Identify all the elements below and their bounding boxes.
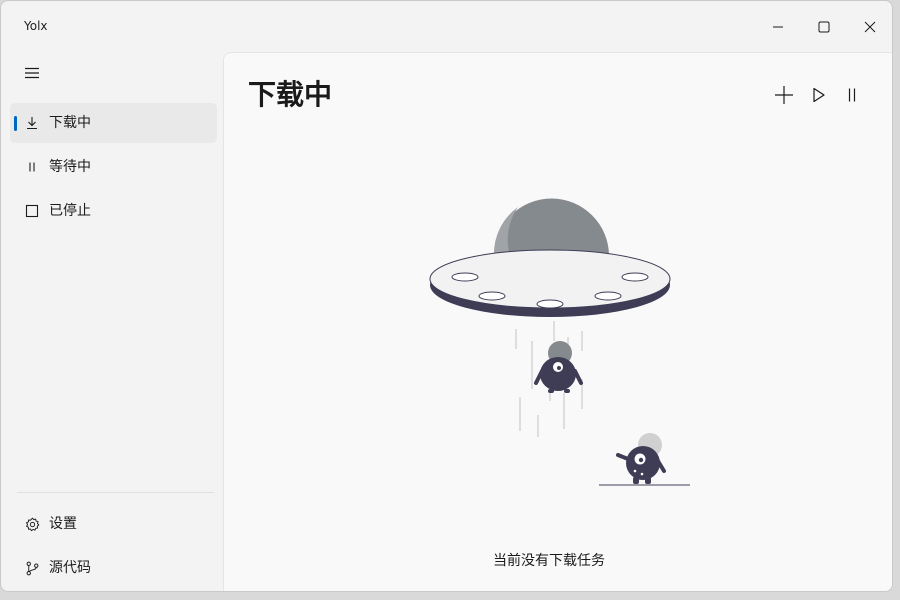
download-icon	[24, 115, 40, 131]
sidebar-item-downloading[interactable]: 下载中	[10, 103, 217, 143]
sidebar-item-settings[interactable]: 设置	[10, 504, 217, 544]
page-title: 下载中	[248, 78, 333, 111]
sidebar-item-waiting[interactable]: 等待中	[10, 147, 217, 187]
add-task-button[interactable]	[768, 79, 800, 111]
maximize-icon	[818, 21, 830, 33]
sidebar-item-source-code[interactable]: 源代码	[10, 548, 217, 588]
app-title: Yolx	[24, 19, 48, 33]
empty-state-message: 当前没有下载任务	[493, 553, 605, 569]
sidebar-item-label: 设置	[49, 516, 77, 532]
minimize-icon	[773, 26, 783, 28]
sidebar-item-label: 源代码	[49, 560, 91, 576]
sidebar-item-label: 等待中	[49, 159, 91, 175]
maximize-button[interactable]	[801, 5, 847, 49]
sidebar: 下载中 等待中 已停止 设置 源代码	[1, 49, 223, 591]
gear-icon	[24, 516, 40, 532]
close-icon	[864, 21, 876, 33]
app-window: Yolx 下载中 等待中 已停止 设置 源代码 下载中 当前没有下载任务	[0, 0, 893, 592]
play-icon	[813, 87, 825, 103]
sidebar-divider	[17, 492, 214, 493]
menu-toggle-button[interactable]	[15, 57, 49, 89]
ufo-illustration	[429, 198, 690, 486]
hamburger-icon	[25, 67, 39, 79]
sidebar-item-label: 下载中	[49, 115, 91, 131]
pause-all-button[interactable]	[836, 79, 868, 111]
main-content: 下载中 当前没有下载任务	[223, 52, 892, 591]
start-all-button[interactable]	[803, 79, 835, 111]
minimize-button[interactable]	[755, 5, 801, 49]
branch-icon	[24, 560, 40, 576]
sidebar-item-label: 已停止	[49, 203, 91, 219]
pause-icon	[848, 88, 856, 102]
sidebar-item-stopped[interactable]: 已停止	[10, 191, 217, 231]
selection-indicator	[14, 116, 17, 131]
title-bar[interactable]: Yolx	[1, 1, 892, 49]
plus-icon	[775, 86, 793, 104]
pause-icon	[24, 159, 40, 175]
close-button[interactable]	[847, 5, 892, 49]
stop-icon	[24, 203, 40, 219]
